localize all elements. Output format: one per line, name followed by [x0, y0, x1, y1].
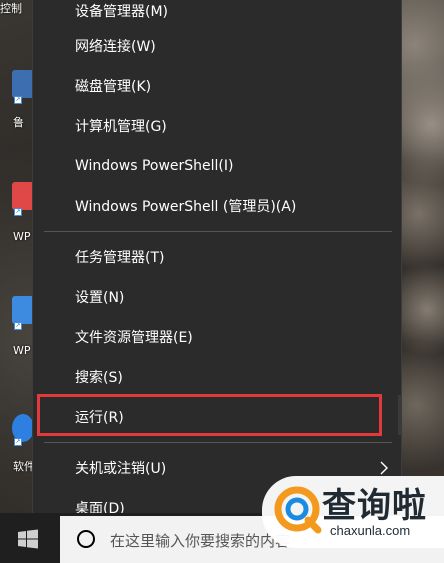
desktop-icon-label: WP	[13, 344, 31, 357]
wps-icon	[12, 182, 34, 210]
menu-item-label: 搜索(S)	[75, 370, 123, 386]
desktop-icon-4[interactable]: ↗ 软件	[0, 414, 36, 474]
menu-item-powershell[interactable]: Windows PowerShell(I)	[33, 146, 403, 186]
watermark-subtitle: chaxunla.com	[330, 523, 411, 538]
shortcut-arrow-icon: ↗	[14, 96, 22, 104]
cortana-circle-icon[interactable]	[77, 530, 95, 548]
menu-item-label: Windows PowerShell (管理员)(A)	[75, 199, 297, 215]
desktop-icon-control-label: 控制	[0, 2, 22, 15]
menu-item-label: 网络连接(W)	[75, 39, 156, 55]
menu-separator	[44, 442, 392, 443]
shortcut-arrow-icon: ↗	[14, 438, 22, 446]
menu-item-settings[interactable]: 设置(N)	[33, 277, 403, 317]
menu-item-task-manager[interactable]: 任务管理器(T)	[33, 237, 403, 277]
desktop-icon-3[interactable]: ↗ WP	[0, 296, 36, 357]
menu-item-label: 设置(N)	[75, 290, 125, 306]
wps-icon	[12, 296, 34, 324]
menu-item-disk-management[interactable]: 磁盘管理(K)	[33, 66, 403, 106]
run-highlight-box	[37, 394, 382, 436]
menu-item-label: 文件资源管理器(E)	[75, 330, 193, 346]
menu-item-computer-management[interactable]: 计算机管理(G)	[33, 106, 403, 146]
watermark-title: 查询啦	[322, 486, 427, 526]
desktop-icon-2[interactable]: ↗ WP	[0, 182, 36, 243]
desktop-icon-1[interactable]: ↗ 鲁	[0, 70, 36, 130]
menu-scroll-indicator	[398, 395, 402, 435]
app-icon	[12, 70, 34, 98]
menu-item-label: 磁盘管理(K)	[75, 79, 152, 95]
menu-item-label: 设备管理器(M)	[75, 4, 169, 20]
desktop-icon-label: 鲁	[13, 116, 24, 129]
menu-item-network-connections[interactable]: 网络连接(W)	[33, 26, 403, 66]
watermark-logo-icon	[274, 486, 322, 534]
menu-item-file-explorer[interactable]: 文件资源管理器(E)	[33, 317, 403, 357]
winx-context-menu: 设备管理器(M) 网络连接(W) 磁盘管理(K) 计算机管理(G) Window…	[32, 0, 402, 540]
shortcut-arrow-icon: ↗	[14, 322, 22, 330]
taskbar-search-placeholder: 在这里输入你要搜索的内容	[110, 532, 291, 550]
menu-item-label: 关机或注销(U)	[75, 461, 167, 477]
menu-item-search[interactable]: 搜索(S)	[33, 357, 403, 397]
menu-item-label: Windows PowerShell(I)	[75, 158, 234, 174]
chevron-right-icon	[380, 461, 388, 475]
desktop-icon-label: WP	[13, 230, 31, 243]
shortcut-arrow-icon: ↗	[14, 208, 22, 216]
menu-separator	[44, 231, 392, 232]
menu-item-label: 任务管理器(T)	[75, 250, 165, 266]
windows-start-icon[interactable]	[18, 529, 38, 549]
menu-item-powershell-admin[interactable]: Windows PowerShell (管理员)(A)	[33, 186, 403, 226]
menu-item-label: 计算机管理(G)	[75, 119, 167, 135]
